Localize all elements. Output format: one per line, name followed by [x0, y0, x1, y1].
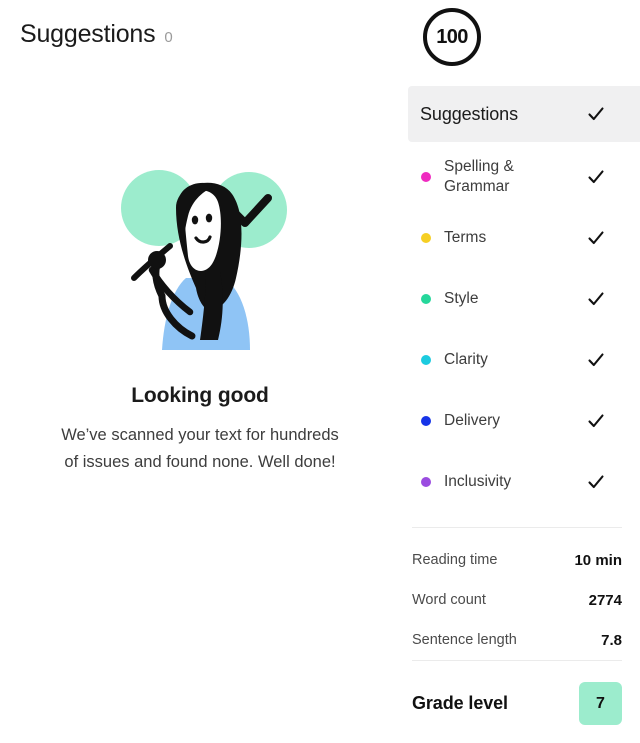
- stat-value: 2774: [588, 591, 622, 609]
- person-writing-illustration: [121, 170, 287, 350]
- category-color-dot: [421, 293, 431, 304]
- stat-value: 10 min: [574, 551, 622, 569]
- category-color-dot: [421, 354, 431, 365]
- category-label: Terms: [444, 228, 487, 246]
- score-sidebar: 100 Suggestions Spelling & Grammar Terms S…: [400, 0, 640, 743]
- writing-assistant-panel: Suggestions 0 Looking good We’ve scanned…: [0, 0, 640, 743]
- stat-row: Word count 2774: [412, 580, 622, 620]
- check-icon: [586, 289, 606, 309]
- sidebar-item-label: Suggestions: [420, 103, 518, 124]
- category-row[interactable]: Clarity: [408, 329, 640, 390]
- stat-label: Reading time: [412, 552, 498, 568]
- category-color-dot: [421, 476, 431, 487]
- stat-label: Sentence length: [412, 632, 517, 648]
- sidebar-item-suggestions[interactable]: Suggestions: [408, 86, 640, 142]
- stat-row: Sentence length 7.8: [412, 620, 622, 660]
- category-label: Inclusivity: [444, 472, 512, 490]
- category-label: Spelling & Grammar: [444, 157, 514, 195]
- check-icon: [586, 167, 606, 187]
- category-list: Spelling & Grammar Terms Style Clarity Deliv…: [408, 146, 640, 512]
- document-stats: Reading time 10 min Word count 2774 Sentence…: [412, 540, 622, 660]
- stat-value: 7.8: [601, 631, 622, 649]
- category-row[interactable]: Terms: [408, 207, 640, 268]
- check-icon: [586, 228, 606, 248]
- category-label: Delivery: [444, 411, 500, 429]
- suggestions-header: Suggestions 0: [20, 20, 173, 49]
- grade-level-badge: 7: [579, 682, 622, 725]
- overall-score[interactable]: 100: [423, 8, 481, 66]
- divider-stats-top: [412, 527, 622, 528]
- category-color-dot: [421, 232, 431, 243]
- empty-state-body: We’ve scanned your text for hundreds of …: [61, 426, 339, 471]
- stat-label: Word count: [412, 592, 486, 608]
- category-color-dot: [421, 415, 431, 426]
- empty-state-title: Looking good: [131, 384, 269, 407]
- category-color-dot: [421, 171, 431, 182]
- divider-grade-top: [412, 660, 622, 661]
- stat-row: Reading time 10 min: [412, 540, 622, 580]
- score-value: 100: [436, 25, 468, 48]
- category-label: Style: [444, 289, 479, 307]
- suggestions-panel: Suggestions 0 Looking good We’ve scanned…: [0, 0, 400, 743]
- check-icon: [586, 350, 606, 370]
- empty-state: Looking good We’ve scanned your text for…: [0, 160, 400, 475]
- page-title: Suggestions: [20, 20, 156, 48]
- category-row[interactable]: Spelling & Grammar: [408, 146, 640, 207]
- grade-level-value: 7: [596, 694, 605, 712]
- category-row[interactable]: Inclusivity: [408, 451, 640, 512]
- grade-level-row[interactable]: Grade level 7: [412, 682, 622, 725]
- category-label: Clarity: [444, 350, 488, 368]
- check-icon: [586, 104, 606, 124]
- check-icon: [586, 472, 606, 492]
- suggestions-count-badge: 0: [164, 29, 173, 46]
- category-row[interactable]: Delivery: [408, 390, 640, 451]
- grade-level-label: Grade level: [412, 693, 508, 713]
- category-row[interactable]: Style: [408, 268, 640, 329]
- check-icon: [586, 411, 606, 431]
- score-ring: 100: [423, 8, 481, 66]
